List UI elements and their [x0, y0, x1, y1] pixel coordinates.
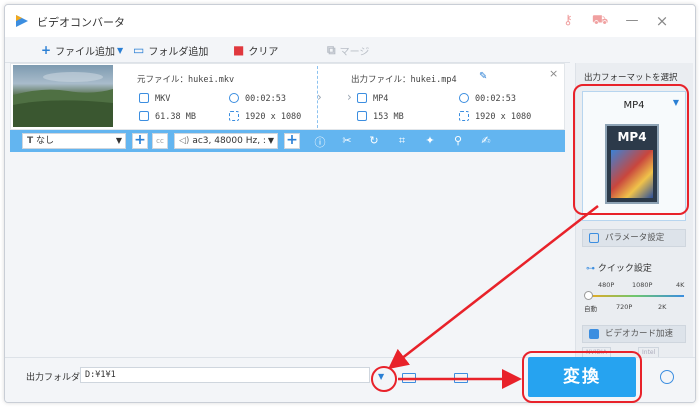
trash-icon: ■ — [233, 43, 245, 57]
output-size: 153 MB — [373, 112, 404, 122]
resolution-icon — [229, 111, 239, 121]
merge-button[interactable]: ⧉ マージ — [327, 42, 369, 58]
cart-icon[interactable]: ⛟ — [589, 11, 611, 31]
merge-icon: ⧉ — [327, 42, 336, 57]
close-icon[interactable]: × — [549, 67, 558, 80]
clear-label: クリア — [248, 46, 279, 58]
app-icon — [16, 15, 28, 27]
highlight-format — [573, 84, 689, 215]
format-panel-title: 出力フォーマットを選択 — [584, 73, 678, 83]
watermark-icon[interactable]: ⚲ — [451, 134, 465, 147]
add-folder-label: フォルダ追加 — [148, 46, 209, 58]
clock-icon — [459, 93, 469, 103]
source-format: MKV — [155, 94, 171, 104]
resolution-icon — [459, 111, 469, 121]
highlight-convert — [522, 351, 642, 403]
chevron-down-icon: ▼ — [115, 136, 122, 145]
chevron-right-icon: › — [347, 90, 352, 104]
add-folder-button[interactable]: ▭ フォルダ追加 — [133, 42, 208, 58]
edit-pen-icon[interactable]: ✎ — [479, 71, 487, 82]
key-icon[interactable]: ⚷ — [557, 11, 579, 31]
folder-icon — [357, 111, 367, 121]
clear-button[interactable]: ■ クリア — [233, 42, 278, 58]
cc-icon[interactable]: cc — [152, 133, 168, 149]
tick-1080p: 1080P — [632, 281, 653, 289]
source-filename: 元ファイル：hukei.mkv — [137, 75, 235, 85]
parameter-settings-button[interactable]: パラメータ設定 — [582, 229, 686, 247]
highlight-dropdown — [371, 366, 397, 392]
tick-auto: 自動 — [584, 305, 597, 313]
tick-720p: 720P — [616, 303, 633, 311]
clock-icon — [229, 93, 239, 103]
merge-label: マージ — [339, 46, 370, 58]
window-title: ビデオコンバータ — [37, 16, 125, 29]
edit-toolbar: T なし ▼ + cc ◁) ac3, 48000 Hz, : ▼ + ⓘ ✂ … — [10, 130, 565, 152]
tick-2k: 2K — [658, 303, 667, 311]
chevron-down-icon: ▼ — [267, 136, 274, 145]
quality-slider-knob[interactable] — [584, 291, 593, 300]
folder-icon: ▭ — [133, 43, 145, 57]
video-thumbnail[interactable] — [13, 65, 113, 127]
output-duration: 00:02:53 — [475, 94, 516, 104]
output-filename: 出力ファイル：hukei.mp4 — [351, 75, 457, 85]
quick-settings-label: ⊶ クイック設定 — [586, 261, 652, 274]
folder-icon — [139, 111, 149, 121]
alarm-icon[interactable] — [660, 370, 674, 384]
gpu-icon — [589, 329, 599, 339]
source-resolution: 1920 x 1080 — [245, 112, 302, 122]
subtitle-edit-icon[interactable]: ✍ — [479, 134, 493, 147]
parameter-settings-label: パラメータ設定 — [605, 233, 665, 243]
volume-icon: ◁) — [179, 136, 190, 146]
text-icon: T — [27, 136, 34, 146]
output-format: MP4 — [373, 94, 389, 104]
add-file-dropdown[interactable]: ▼ — [117, 42, 123, 58]
output-folder-field[interactable]: D:¥1¥1 — [80, 367, 370, 383]
add-subtitle-button[interactable]: + — [132, 133, 148, 149]
subtitle-select[interactable]: T なし ▼ — [22, 133, 126, 149]
audio-select[interactable]: ◁) ac3, 48000 Hz, : ▼ — [174, 133, 278, 149]
add-audio-button[interactable]: + — [284, 133, 300, 149]
quality-slider[interactable] — [586, 295, 684, 297]
format-icon — [139, 93, 149, 103]
slider-icon: ⊶ — [586, 264, 595, 274]
subtitle-value: なし — [36, 136, 55, 146]
rotate-icon[interactable]: ↻ — [367, 134, 381, 147]
effect-icon[interactable]: ✦ — [423, 134, 437, 147]
main-toolbar: + ファイル追加 ▼ ▭ フォルダ追加 ■ クリア ⧉ マージ — [5, 37, 570, 63]
hardware-acceleration-label: ビデオカード加速 — [605, 329, 674, 339]
source-size: 61.38 MB — [155, 112, 196, 122]
file-item[interactable]: 元ファイル：hukei.mkv MKV 00:02:53 61.38 MB 19… — [10, 63, 565, 130]
audio-value: ac3, 48000 Hz, : — [192, 136, 266, 146]
source-duration: 00:02:53 — [245, 94, 286, 104]
quick-settings-text: クイック設定 — [597, 264, 652, 274]
folder-icon[interactable] — [402, 373, 416, 383]
info-icon[interactable]: ⓘ — [313, 134, 327, 150]
crop-icon[interactable]: ⌗ — [395, 134, 409, 148]
minimize-button[interactable]: — — [621, 11, 643, 31]
tick-480p: 480P — [598, 281, 615, 289]
file-list-area — [10, 152, 565, 357]
add-file-button[interactable]: + ファイル追加 — [41, 42, 115, 58]
chevron-down-icon: ▼ — [117, 45, 124, 55]
plus-icon: + — [41, 43, 52, 57]
format-icon — [357, 93, 367, 103]
output-resolution: 1920 x 1080 — [475, 112, 532, 122]
scissors-icon[interactable]: ✂ — [340, 134, 354, 147]
close-button[interactable]: × — [651, 11, 673, 31]
hardware-acceleration-button[interactable]: ビデオカード加速 — [582, 325, 686, 343]
settings-icon — [589, 233, 599, 243]
divider — [317, 66, 318, 128]
add-file-label: ファイル追加 — [55, 46, 116, 58]
title-bar: ビデオコンバータ ⚷ ⛟ — × — [5, 5, 695, 37]
tick-4k: 4K — [676, 281, 685, 289]
open-folder-icon[interactable] — [454, 373, 468, 383]
